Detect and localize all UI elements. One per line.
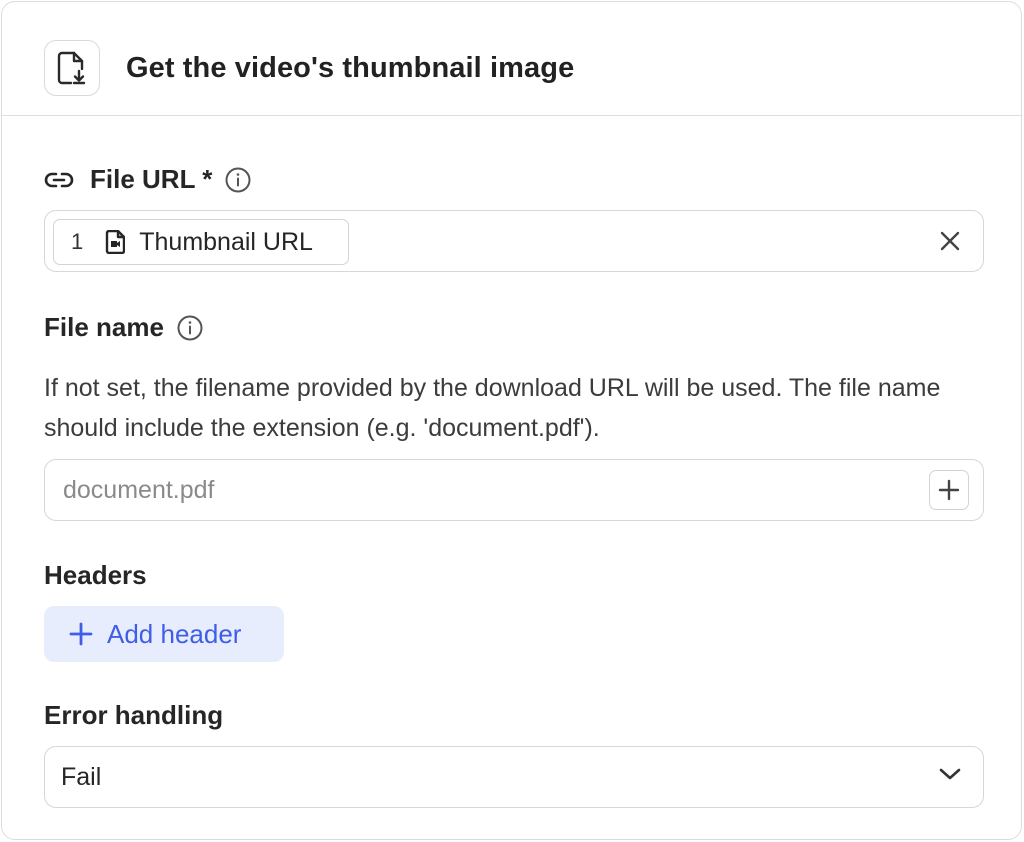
- file-video-icon: [105, 230, 126, 254]
- plus-icon: [69, 622, 93, 646]
- file-name-help-text: If not set, the filename provided by the…: [44, 374, 941, 442]
- plus-icon: [938, 479, 960, 501]
- page-title: Get the video's thumbnail image: [126, 52, 575, 84]
- add-header-button[interactable]: Add header: [44, 606, 284, 662]
- variable-chip[interactable]: 1 Thumbnail URL: [53, 219, 349, 265]
- error-handling-value: Fail: [61, 763, 102, 791]
- chip-label: Thumbnail URL: [139, 227, 313, 256]
- file-name-label-row: File name: [44, 312, 204, 343]
- link-icon: [44, 170, 74, 190]
- add-header-label: Add header: [107, 618, 242, 649]
- header-icon-box: [44, 40, 100, 96]
- file-name-placeholder: document.pdf: [63, 476, 215, 504]
- error-handling-select[interactable]: Fail: [44, 746, 984, 808]
- error-handling-label: Error handling: [44, 700, 224, 730]
- chevron-down-icon: [939, 767, 961, 781]
- chip-step-number: 1: [71, 229, 84, 254]
- headers-label: Headers: [44, 560, 147, 590]
- clear-button[interactable]: [937, 228, 963, 254]
- insert-variable-button[interactable]: [929, 470, 969, 510]
- file-name-label: File name: [44, 312, 164, 342]
- card-header: Get the video's thumbnail image: [2, 2, 1021, 116]
- info-icon[interactable]: [224, 166, 252, 194]
- file-url-label-row: File URL *: [44, 164, 252, 195]
- error-handling-label-row: Error handling: [44, 700, 223, 731]
- close-icon: [940, 231, 960, 251]
- file-url-label: File URL *: [90, 164, 213, 194]
- form-card: Get the video's thumbnail image File URL…: [1, 1, 1022, 840]
- file-download-icon: [57, 51, 87, 85]
- info-icon[interactable]: [176, 314, 204, 342]
- file-name-field[interactable]: document.pdf: [44, 459, 984, 521]
- headers-label-row: Headers: [44, 560, 147, 591]
- file-url-field[interactable]: 1 Thumbnail URL: [44, 210, 984, 272]
